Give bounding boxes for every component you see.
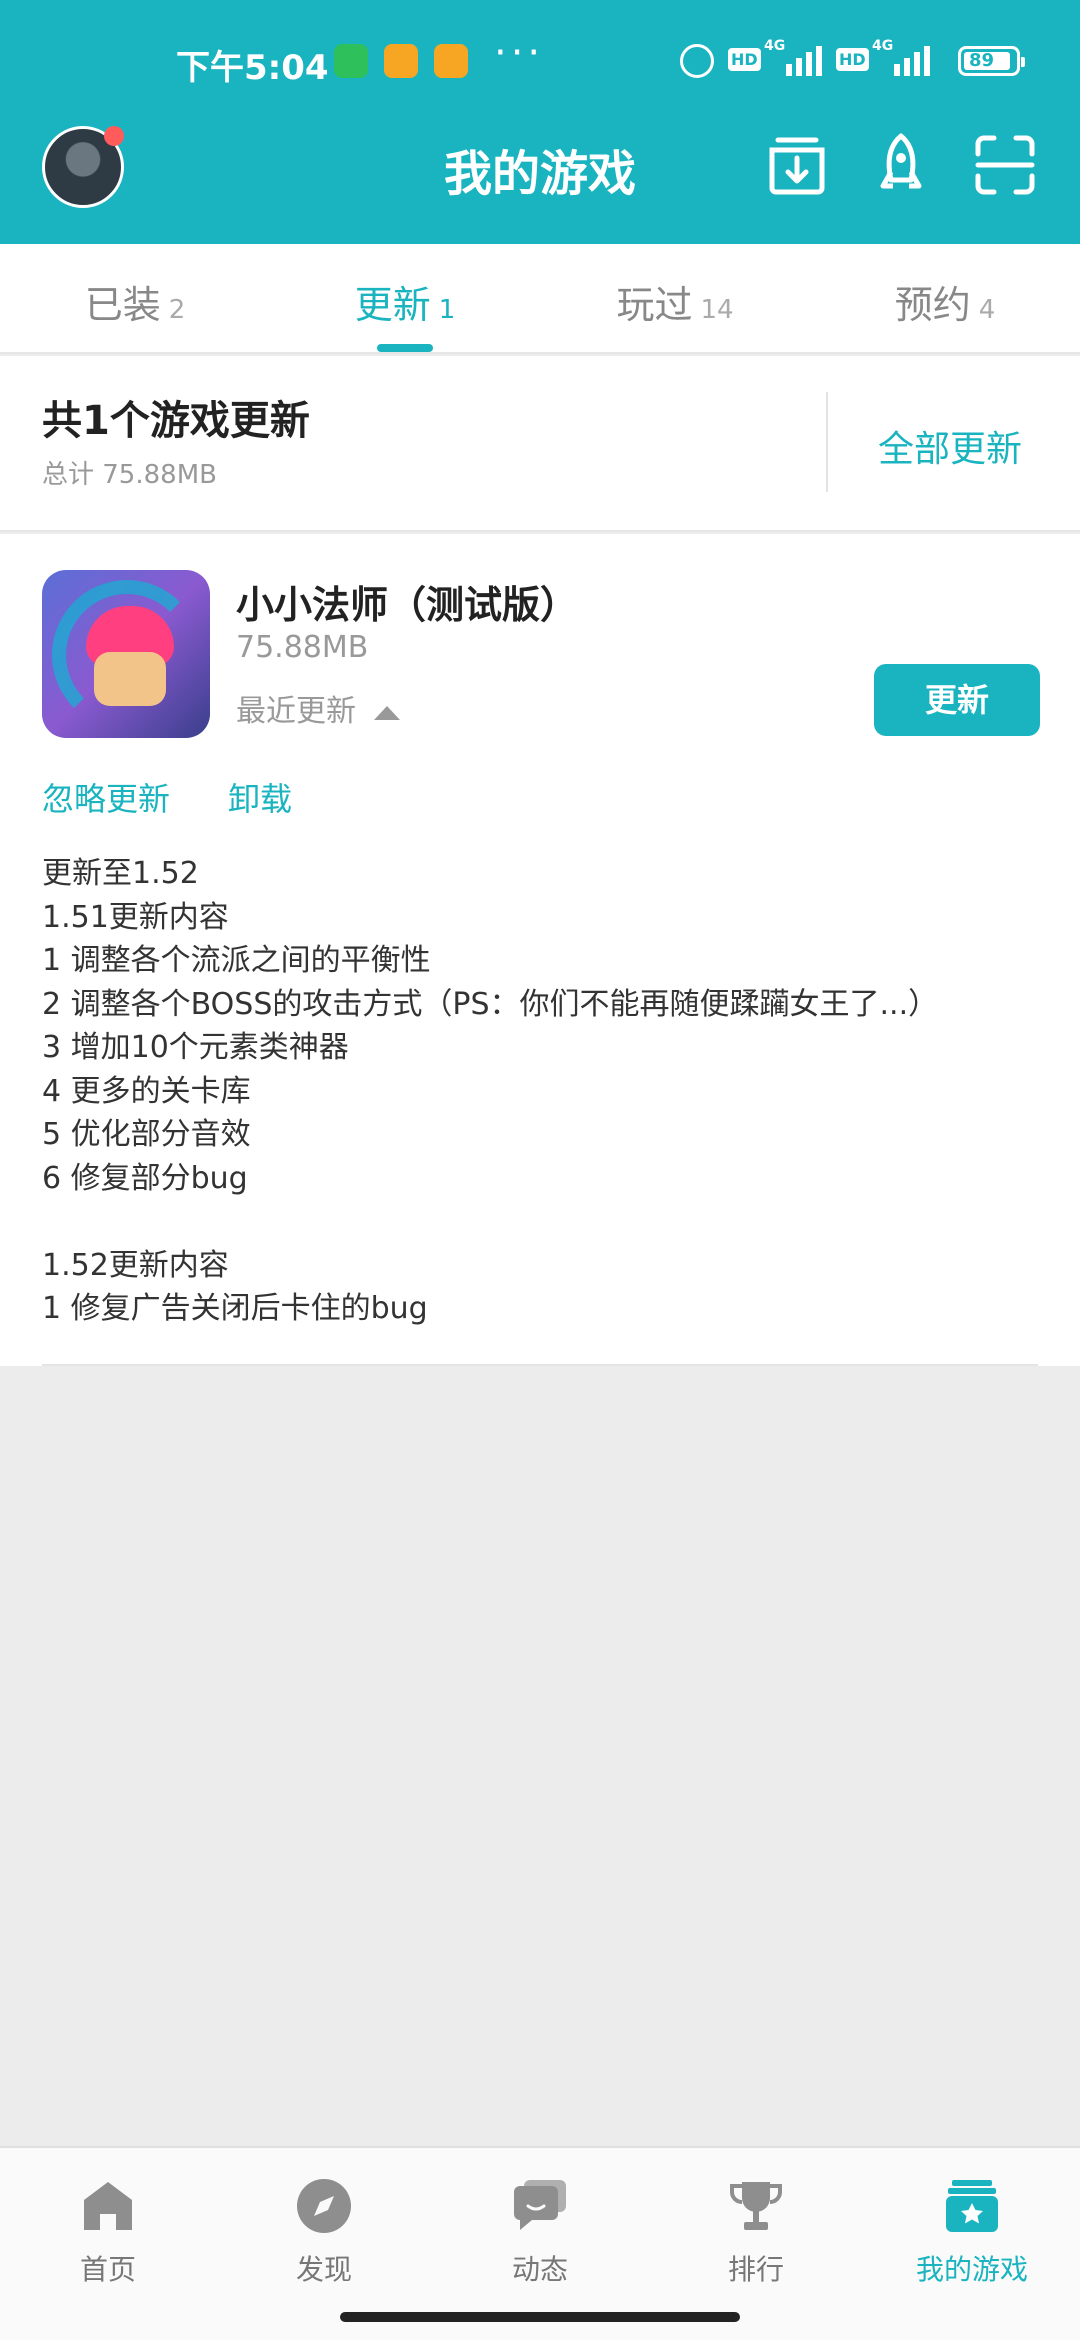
tab-reserved[interactable]: 预约 4 <box>810 274 1080 329</box>
changelog-line <box>42 1200 1042 1244</box>
home-indicator[interactable] <box>340 2312 740 2322</box>
update-summary: 共1个游戏更新 总计 75.88MB 全部更新 <box>0 356 1080 532</box>
summary-title: 共1个游戏更新 <box>42 398 310 444</box>
changelog-line: 1.51更新内容 <box>42 899 229 935</box>
uninstall-link[interactable]: 卸载 <box>228 774 292 820</box>
caret-up-icon <box>374 705 400 720</box>
battery-level: 89 <box>969 50 995 71</box>
hd-badge: HD <box>836 48 869 71</box>
nav-home[interactable]: 首页 <box>0 2176 216 2288</box>
more-notifications-icon: ··· <box>494 30 545 76</box>
network-type-label: 4G <box>764 38 786 54</box>
status-bar: 下午5:04 ··· HD 4G HD 4G 89 <box>0 0 1080 118</box>
tab-label: 预约 <box>894 283 971 327</box>
download-icon[interactable] <box>764 132 830 198</box>
changelog-line: 6 修复部分bug <box>42 1160 248 1196</box>
nav-label: 排行 <box>727 2253 784 2286</box>
changelog-line: 更新至1.52 <box>42 856 199 891</box>
scan-icon[interactable] <box>972 132 1038 198</box>
nav-my-games[interactable]: 我的游戏 <box>864 2176 1080 2288</box>
game-update-card: 小小法师（测试版） 75.88MB 最近更新 更新 忽略更新 卸载 更新至1.5… <box>0 534 1080 1366</box>
signal-icon: 4G <box>764 38 828 76</box>
divider <box>42 1364 1038 1366</box>
tab-installed[interactable]: 已装 2 <box>0 274 270 329</box>
nav-label: 我的游戏 <box>915 2253 1028 2286</box>
battery-icon: 89 <box>958 46 1025 76</box>
bottom-nav: 首页 发现 动态 排行 我的游戏 <box>0 2146 1080 2340</box>
game-icon[interactable] <box>42 570 210 738</box>
tab-updates[interactable]: 更新 1 <box>270 274 540 329</box>
active-tab-indicator <box>377 344 433 352</box>
ignore-update-link[interactable]: 忽略更新 <box>42 774 170 820</box>
network-type-label: 4G <box>872 38 894 54</box>
tab-count: 4 <box>978 295 996 325</box>
chat-icon <box>510 2176 570 2236</box>
changelog-line: 5 优化部分音效 <box>42 1117 251 1152</box>
tab-label: 已装 <box>84 283 161 327</box>
tab-bar: 已装 2 更新 1 玩过 14 预约 4 <box>0 244 1080 354</box>
top-bar: 下午5:04 ··· HD 4G HD 4G 89 我的游戏 <box>0 0 1080 244</box>
tab-count: 2 <box>168 295 186 325</box>
recent-update-toggle[interactable]: 最近更新 <box>236 686 400 730</box>
rocket-icon[interactable] <box>868 132 934 198</box>
status-time: 下午5:04 <box>176 48 329 88</box>
nav-activity[interactable]: 动态 <box>432 2176 648 2288</box>
tab-played[interactable]: 玩过 14 <box>540 274 810 329</box>
update-button[interactable]: 更新 <box>874 664 1040 736</box>
recent-update-label: 最近更新 <box>236 694 356 729</box>
changelog-line: 2 调整各个BOSS的攻击方式（PS：你们不能再随便蹂躏女王了...） <box>42 986 939 1022</box>
tab-count: 1 <box>438 295 456 325</box>
changelog-line: 3 增加10个元素类神器 <box>42 1030 349 1065</box>
app-notification-icon <box>384 44 418 78</box>
my-games-icon <box>942 2176 1002 2236</box>
game-size: 75.88MB <box>236 630 369 665</box>
signal-icon: 4G <box>872 38 936 76</box>
home-icon <box>78 2176 138 2236</box>
summary-total-size: 总计 75.88MB <box>42 460 217 490</box>
changelog-line: 1.52更新内容 <box>42 1247 229 1283</box>
nav-label: 动态 <box>511 2253 568 2286</box>
nav-discover[interactable]: 发现 <box>216 2176 432 2288</box>
tab-count: 14 <box>700 295 734 325</box>
nav-label: 发现 <box>295 2253 352 2286</box>
trophy-icon <box>726 2176 786 2236</box>
changelog: 更新至1.52 1.51更新内容 1 调整各个流派之间的平衡性 2 调整各个BO… <box>42 852 1042 1331</box>
nav-ranking[interactable]: 排行 <box>648 2176 864 2288</box>
changelog-line: 1 调整各个流派之间的平衡性 <box>42 943 431 978</box>
tab-label: 玩过 <box>616 283 693 327</box>
hd-badge: HD <box>728 48 761 71</box>
game-name[interactable]: 小小法师（测试版） <box>236 574 578 629</box>
alarm-icon <box>680 44 714 78</box>
divider <box>826 392 828 492</box>
app-notification-icon <box>434 44 468 78</box>
update-all-button[interactable]: 全部更新 <box>878 420 1022 472</box>
wechat-notification-icon <box>334 44 368 78</box>
changelog-line: 1 修复广告关闭后卡住的bug <box>42 1291 428 1326</box>
compass-icon <box>294 2176 354 2236</box>
changelog-line: 4 更多的关卡库 <box>42 1073 251 1109</box>
tab-label: 更新 <box>354 283 431 327</box>
nav-label: 首页 <box>79 2253 136 2286</box>
